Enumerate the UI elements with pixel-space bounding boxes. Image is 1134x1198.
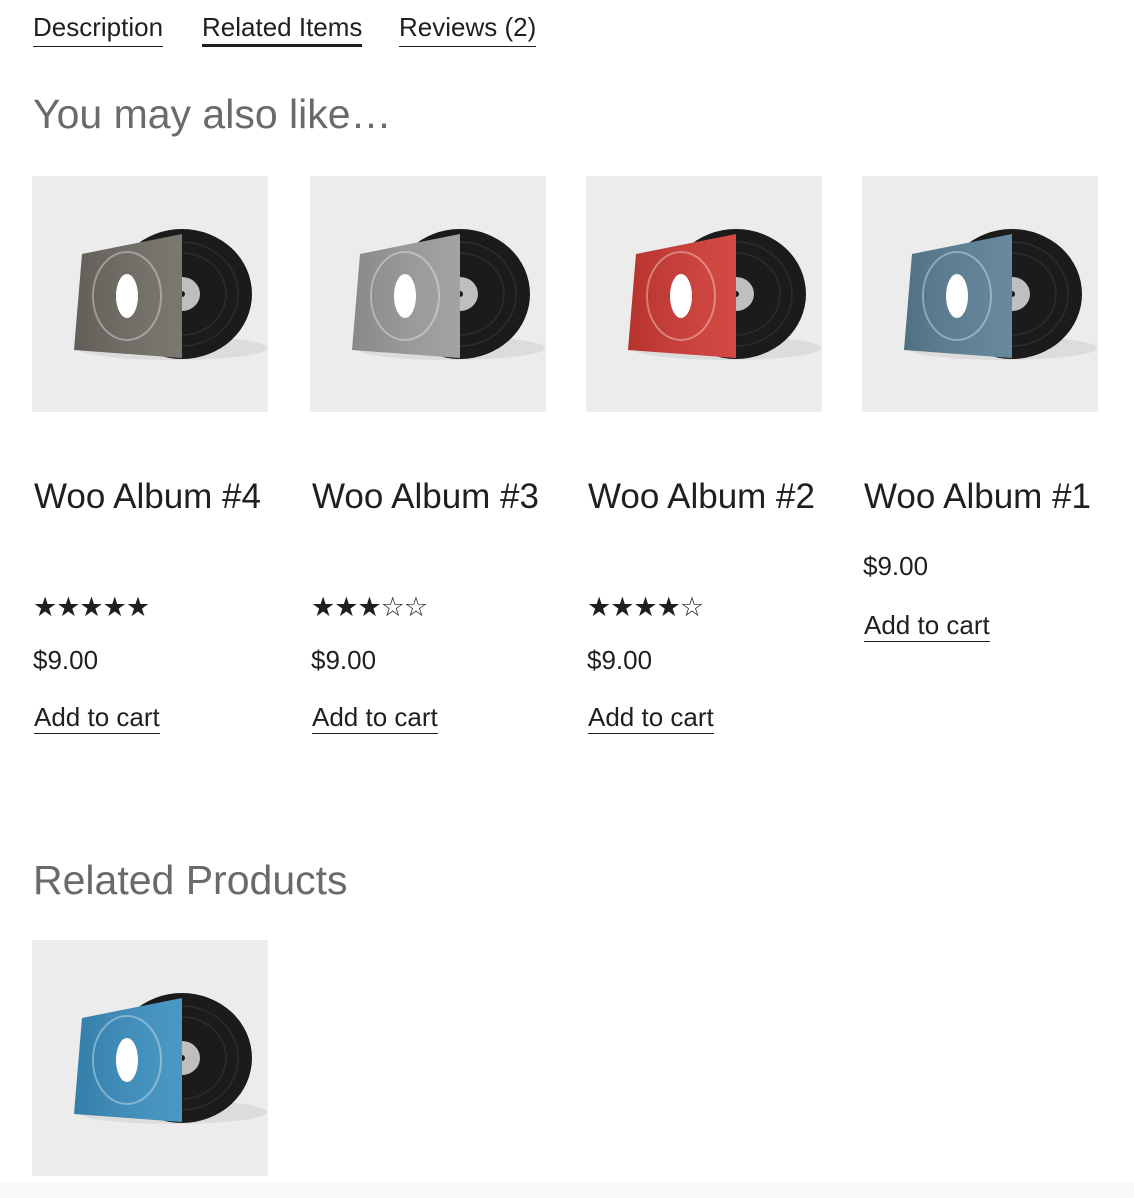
star-rating: ★★★★☆	[587, 592, 704, 622]
vinyl-album-icon	[74, 229, 267, 360]
add-to-cart-button[interactable]: Add to cart	[864, 610, 990, 642]
product-image[interactable]	[586, 176, 822, 412]
star-rating: ★★★★★	[33, 592, 150, 622]
product-title[interactable]: Woo Album #1	[864, 473, 1124, 521]
product-price: $9.00	[863, 551, 929, 581]
add-to-cart-button[interactable]: Add to cart	[34, 702, 160, 734]
tab-description[interactable]: Description	[33, 12, 164, 47]
page-bottom-strip	[0, 1182, 1134, 1198]
product-title[interactable]: Woo Album #3	[312, 473, 552, 521]
product-price: $9.00	[33, 645, 99, 675]
product-price: $9.00	[311, 645, 377, 675]
tab-reviews[interactable]: Reviews (2)	[399, 12, 537, 47]
product-title[interactable]: Woo Album #4	[34, 473, 274, 521]
vinyl-album-icon	[74, 993, 267, 1124]
product-card-album-2: Woo Album #2 ★★★★☆ $9.00 Add to cart	[586, 176, 824, 734]
add-to-cart-button[interactable]: Add to cart	[312, 702, 438, 734]
product-card-album-3: Woo Album #3 ★★★☆☆ $9.00 Add to cart	[310, 176, 548, 734]
product-image[interactable]	[310, 176, 546, 412]
vinyl-album-icon	[352, 229, 545, 360]
tab-related-items[interactable]: Related Items	[202, 12, 363, 47]
product-title[interactable]: Woo Album #2	[588, 473, 828, 521]
product-card-album-1: Woo Album #1 $9.00 Add to cart	[862, 176, 1100, 642]
vinyl-album-icon	[628, 229, 821, 360]
product-card-album-4: Woo Album #4 ★★★★★ $9.00 Add to cart	[32, 176, 270, 734]
related-product-card	[32, 940, 270, 1176]
product-price: $9.00	[587, 645, 653, 675]
vinyl-album-icon	[904, 229, 1097, 360]
product-image[interactable]	[32, 176, 268, 412]
star-rating: ★★★☆☆	[311, 592, 428, 622]
upsells-heading: You may also like…	[33, 91, 392, 137]
product-image[interactable]	[862, 176, 1098, 412]
product-image[interactable]	[32, 940, 268, 1176]
add-to-cart-button[interactable]: Add to cart	[588, 702, 714, 734]
related-products-heading: Related Products	[33, 857, 348, 903]
